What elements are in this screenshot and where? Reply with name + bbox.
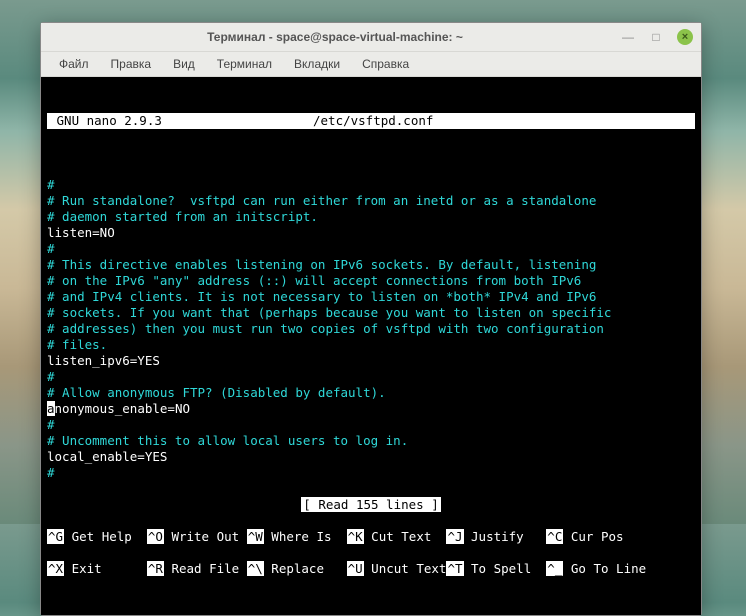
editor-line[interactable]: # on the IPv6 "any" address (::) will ac… (47, 273, 695, 289)
editor-line[interactable]: # Uncomment this to allow local users to… (47, 433, 695, 449)
editor-line[interactable]: # (47, 417, 695, 433)
shortcut-label: Read File (164, 561, 247, 576)
editor-line[interactable]: # addresses) then you must run two copie… (47, 321, 695, 337)
shortcut-key: ^O (147, 529, 164, 544)
editor-header: GNU nano 2.9.3 /etc/vsftpd.conf (47, 113, 695, 129)
editor-line[interactable]: # files. (47, 337, 695, 353)
shortcuts-row-2: ^X Exit ^R Read File ^\ Replace ^U Uncut… (47, 561, 695, 577)
shortcut-label: Justify (464, 529, 547, 544)
shortcut-key: ^W (247, 529, 264, 544)
editor-line[interactable]: # (47, 177, 695, 193)
menu-edit[interactable]: Правка (101, 54, 162, 74)
window-controls: — □ × (621, 29, 693, 45)
editor-line[interactable]: # daemon started from an initscript. (47, 209, 695, 225)
terminal-window: Терминал - space@space-virtual-machine: … (40, 22, 702, 616)
editor-filename: /etc/vsftpd.conf (171, 113, 575, 129)
shortcut-key: ^R (147, 561, 164, 576)
shortcut-key: ^G (47, 529, 64, 544)
shortcut-key: ^X (47, 561, 64, 576)
editor-line[interactable]: # Allow anonymous FTP? (Disabled by defa… (47, 385, 695, 401)
editor-line[interactable]: listen=NO (47, 225, 695, 241)
editor-header-right (575, 113, 695, 129)
shortcut-label: Get Help (64, 529, 147, 544)
status-line: [ Read 155 lines ] (47, 497, 695, 513)
menu-help[interactable]: Справка (352, 54, 419, 74)
maximize-button[interactable]: □ (649, 30, 663, 44)
shortcuts-row-1: ^G Get Help ^O Write Out ^W Where Is ^K … (47, 529, 695, 545)
shortcut-label: Write Out (164, 529, 247, 544)
editor-content[interactable]: ## Run standalone? vsftpd can run either… (47, 177, 695, 481)
titlebar[interactable]: Терминал - space@space-virtual-machine: … (41, 23, 701, 52)
editor-line[interactable]: local_enable=YES (47, 449, 695, 465)
editor-line[interactable]: # and IPv4 clients. It is not necessary … (47, 289, 695, 305)
window-title: Терминал - space@space-virtual-machine: … (49, 30, 621, 44)
shortcut-label: Cut Text (364, 529, 447, 544)
shortcut-label: Where Is (264, 529, 347, 544)
menu-file[interactable]: Файл (49, 54, 99, 74)
editor-line[interactable]: # Run standalone? vsftpd can run either … (47, 193, 695, 209)
shortcut-key: ^K (347, 529, 364, 544)
editor-name: GNU nano 2.9.3 (47, 113, 171, 129)
blank-line (47, 145, 695, 161)
editor-line[interactable]: anonymous_enable=NO (47, 401, 695, 417)
shortcut-label: To Spell (464, 561, 547, 576)
text-cursor: a (47, 401, 55, 416)
close-button[interactable]: × (677, 29, 693, 45)
shortcut-key: ^\ (247, 561, 264, 576)
editor-line[interactable]: # (47, 241, 695, 257)
menu-view[interactable]: Вид (163, 54, 205, 74)
shortcut-key: ^J (446, 529, 463, 544)
shortcut-key: ^C (546, 529, 563, 544)
minimize-button[interactable]: — (621, 30, 635, 44)
terminal-body[interactable]: GNU nano 2.9.3 /etc/vsftpd.conf ## Run s… (41, 77, 701, 615)
shortcut-label: Exit (64, 561, 147, 576)
shortcut-key: ^T (446, 561, 463, 576)
editor-line[interactable]: # This directive enables listening on IP… (47, 257, 695, 273)
menubar: Файл Правка Вид Терминал Вкладки Справка (41, 52, 701, 77)
editor-line[interactable]: # (47, 369, 695, 385)
shortcut-label: Uncut Text (364, 561, 447, 576)
status-message: [ Read 155 lines ] (301, 497, 440, 512)
editor-line[interactable]: listen_ipv6=YES (47, 353, 695, 369)
shortcut-label: Cur Pos (563, 529, 623, 544)
menu-tabs[interactable]: Вкладки (284, 54, 350, 74)
editor-line[interactable]: # (47, 465, 695, 481)
shortcut-key: ^_ (546, 561, 563, 576)
menu-terminal[interactable]: Терминал (207, 54, 282, 74)
editor-line[interactable]: # sockets. If you want that (perhaps bec… (47, 305, 695, 321)
shortcut-label: Replace (264, 561, 347, 576)
shortcut-label: Go To Line (563, 561, 646, 576)
shortcut-key: ^U (347, 561, 364, 576)
